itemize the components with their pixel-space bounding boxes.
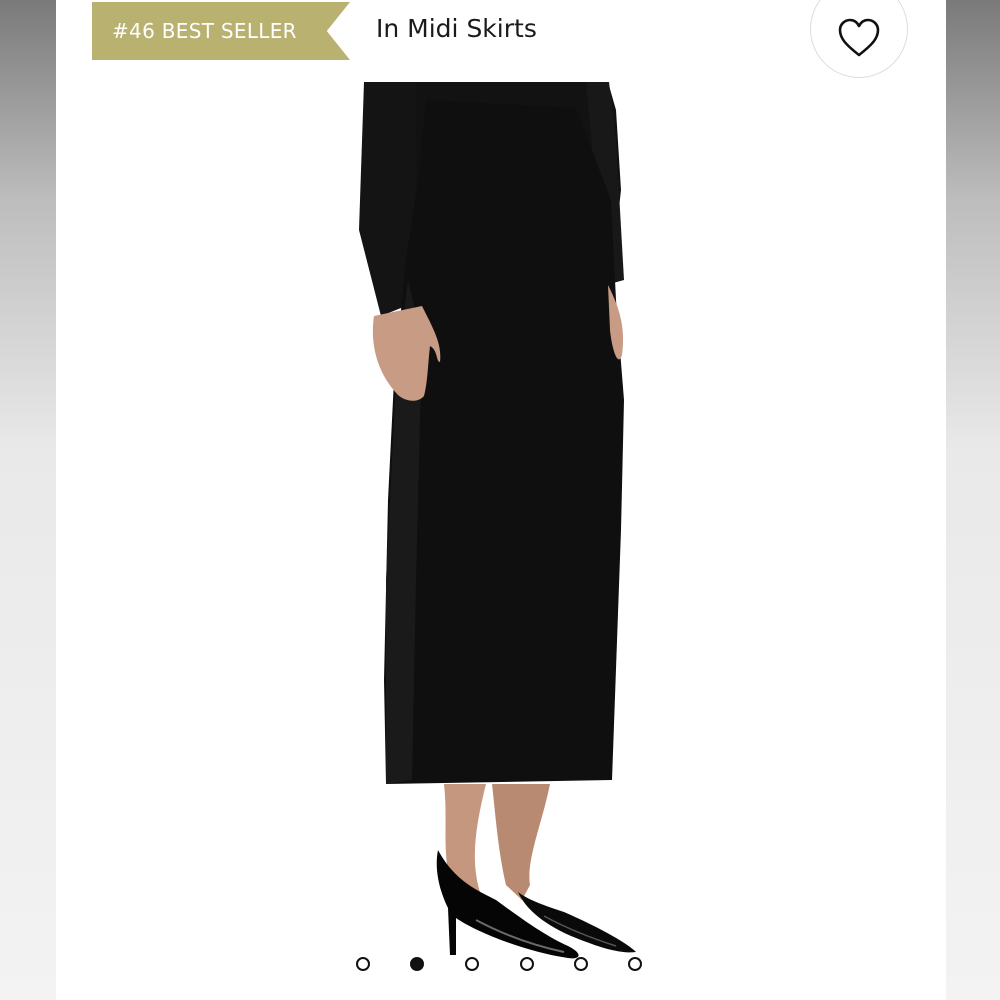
product-photo[interactable] xyxy=(56,80,946,960)
carousel-dot-2[interactable] xyxy=(410,957,424,971)
best-seller-badge: #46 BEST SELLER xyxy=(92,2,350,60)
category-link[interactable]: In Midi Skirts xyxy=(376,14,537,43)
product-card: #46 BEST SELLER In Midi Skirts xyxy=(56,0,946,1000)
heart-outline-icon xyxy=(838,18,880,57)
carousel-dot-1[interactable] xyxy=(356,957,370,971)
best-seller-badge-text: #46 BEST SELLER xyxy=(112,19,297,43)
carousel-dot-6[interactable] xyxy=(628,957,642,971)
carousel-dot-3[interactable] xyxy=(465,957,479,971)
carousel-dot-4[interactable] xyxy=(520,957,534,971)
image-carousel-dots xyxy=(356,957,646,975)
carousel-dot-5[interactable] xyxy=(574,957,588,971)
right-leg xyxy=(492,784,550,900)
skirt-body xyxy=(384,100,624,784)
favorite-button[interactable] xyxy=(810,0,908,78)
